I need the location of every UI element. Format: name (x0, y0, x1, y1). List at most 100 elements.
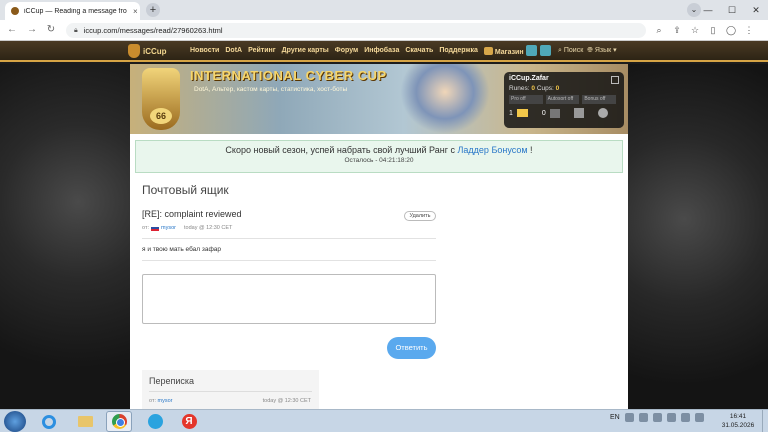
conversation-title: Переписка (149, 376, 195, 386)
battery-icon[interactable] (694, 413, 704, 422)
menu-other-maps[interactable]: Другие карты (282, 47, 329, 56)
menu-download[interactable]: Скачать (405, 47, 433, 56)
sidebar-icon[interactable]: ▯ (704, 23, 722, 37)
browser-actions: ⌕ ⇪ ☆ ▯ ◯ ⋮ (650, 23, 768, 37)
volume-icon[interactable] (680, 413, 690, 422)
language-select[interactable]: 🌐︎ Язык ▾ (587, 46, 616, 55)
language-label: Язык (594, 47, 612, 54)
menu-dota[interactable]: DotA (225, 47, 242, 56)
banner-hero-art (400, 64, 490, 134)
runes-label: Runes: (509, 85, 530, 92)
brand-name: iCCup (143, 46, 167, 56)
search-label: Поиск (563, 46, 584, 54)
user-quick-icons: 1 0 (509, 108, 619, 118)
system-clock[interactable]: 16:41 31.05.2026 (718, 412, 758, 430)
forward-icon[interactable]: → (25, 23, 39, 37)
season-notice: Скоро новый сезон, успей набрать свой лу… (135, 140, 623, 173)
address-bar[interactable]: 🔒︎ iccup.com/messages/read/27960263.html (66, 23, 646, 38)
reply-textarea[interactable] (142, 274, 436, 324)
ladder-bonus-link[interactable]: Ладдер Бонусом (458, 145, 528, 155)
divider (149, 391, 312, 392)
taskbar-chrome[interactable] (106, 411, 132, 432)
navbar-right: ⌕ Поиск 🌐︎ Язык ▾ (526, 45, 617, 56)
warning-icon[interactable] (549, 108, 560, 118)
share-icon[interactable]: ⇪ (668, 23, 686, 37)
pro-toggle[interactable]: Pro off (509, 95, 543, 104)
menu-news[interactable]: Новости (190, 47, 219, 56)
taskbar-yandex[interactable]: Я (176, 411, 202, 432)
background-art-left (0, 64, 130, 409)
start-button[interactable] (4, 411, 26, 432)
notice-text: Скоро новый сезон, успей набрать свой лу… (225, 145, 455, 155)
language-indicator[interactable]: EN (610, 414, 620, 421)
autosort-toggle[interactable]: Autosort off (545, 95, 580, 104)
profile-square-icon[interactable] (540, 45, 551, 56)
lock-icon[interactable]: 🔒︎ (74, 27, 78, 35)
thread-from-label: от: (149, 398, 156, 404)
mail-count: 1 (509, 109, 513, 117)
conversation-time: today @ 12:30 CET (262, 398, 311, 404)
site-navbar: iCCup Новости DotA Рейтинг Другие карты … (0, 41, 768, 62)
tab-title: iCCup — Reading a message fro (24, 7, 127, 15)
conversation-panel: Переписка от: mysor today @ 12:30 CET (142, 370, 319, 410)
tab-close-icon[interactable]: × (133, 7, 138, 16)
thread-sender-link[interactable]: mysor (158, 398, 173, 404)
from-label: от: (142, 225, 149, 231)
bookmark-star-icon[interactable]: ☆ (686, 23, 704, 37)
delete-button[interactable]: Удалить (404, 211, 436, 221)
menu-support[interactable]: Поддержка (439, 47, 478, 56)
bonus-toggle[interactable]: Bonus off (582, 95, 617, 104)
menu-shop-label: Магазин (494, 49, 524, 56)
logout-icon[interactable] (611, 76, 619, 84)
menu-shop[interactable]: Магазин (483, 47, 524, 56)
search-link[interactable]: ⌕ Поиск (558, 47, 583, 55)
network-icon[interactable] (666, 413, 676, 422)
flag-icon[interactable] (652, 413, 662, 422)
notifications-icon[interactable] (526, 45, 537, 56)
user-panel: iCCup.Zafar Runes: 0 Cups: 0 Pro off Aut… (504, 72, 624, 128)
reload-icon[interactable]: ↻ (44, 23, 58, 37)
user-toggles: Pro off Autosort off Bonus off (509, 95, 619, 104)
help-icon[interactable] (624, 413, 634, 422)
new-tab-button[interactable]: + (146, 3, 160, 17)
site-logo[interactable]: iCCup (128, 44, 167, 58)
menu-dots-icon[interactable]: ⋮ (740, 23, 758, 37)
show-desktop-button[interactable] (762, 410, 768, 432)
taskbar-ie[interactable] (36, 411, 62, 432)
reply-button[interactable]: Ответить (387, 337, 436, 359)
chrome-icon (111, 414, 127, 429)
back-icon[interactable]: ← (5, 23, 19, 37)
divider (142, 260, 436, 261)
avatar-icon[interactable] (597, 108, 608, 118)
mail-icon[interactable] (516, 109, 528, 117)
internet-explorer-icon (42, 414, 56, 429)
notice-exclaim: ! (530, 145, 533, 155)
minimize-button[interactable]: — (696, 0, 720, 20)
countdown: Осталось - 04:21:18:20 (344, 157, 414, 164)
runes-value: 0 (531, 85, 536, 92)
globe-icon: 🌐︎ (587, 47, 593, 54)
rank-level: 66 (150, 108, 172, 124)
russia-flag-icon (151, 225, 159, 231)
taskbar-explorer[interactable] (72, 411, 98, 432)
username[interactable]: iCCup.Zafar (509, 75, 619, 82)
user-stats: Runes: 0 Cups: 0 (509, 85, 619, 92)
browser-tab-bar: iCCup — Reading a message fro × + ⌄ — ☐ … (0, 0, 768, 20)
background-art-right (628, 64, 768, 409)
profile-icon[interactable]: ◯ (722, 23, 740, 37)
close-window-button[interactable]: ✕ (744, 0, 768, 20)
tray-expand-icon[interactable] (638, 413, 648, 422)
zoom-icon[interactable]: ⌕ (650, 23, 668, 37)
banner-subtitle: DotA, Альтер, кастом карты, статистика, … (194, 86, 348, 93)
settings-wrench-icon[interactable] (573, 108, 584, 118)
taskbar-telegram[interactable] (142, 411, 168, 432)
shop-icon (483, 47, 493, 55)
menu-infobase[interactable]: Инфобаза (364, 47, 399, 56)
sender-link[interactable]: mysor (161, 225, 176, 231)
menu-forum[interactable]: Форум (335, 47, 358, 56)
menu-rating[interactable]: Рейтинг (248, 47, 276, 56)
telegram-icon (147, 414, 163, 429)
cups-value: 0 (555, 85, 560, 92)
maximize-button[interactable]: ☐ (720, 0, 744, 20)
browser-tab[interactable]: iCCup — Reading a message fro × (5, 2, 140, 20)
